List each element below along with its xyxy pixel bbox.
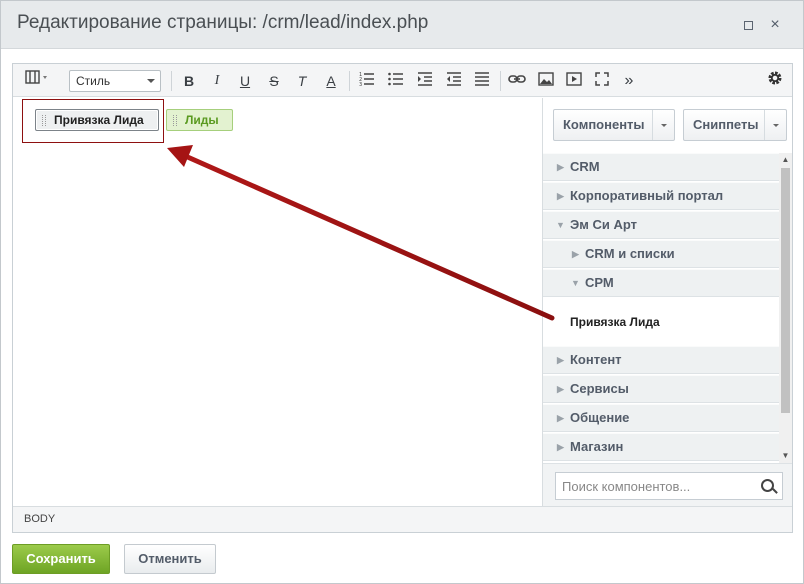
editor-statusbar: BODY (13, 506, 792, 532)
ordered-list-icon[interactable]: 123 (357, 70, 377, 92)
settings-gear-icon[interactable] (765, 70, 785, 92)
caret-right-icon: ▶ (557, 413, 564, 423)
caret-right-icon: ▶ (557, 191, 564, 201)
save-button[interactable]: Сохранить (12, 544, 110, 574)
tree-scrollbar[interactable]: ▲ ▼ (779, 153, 792, 463)
tree-item-label: Магазин (570, 439, 624, 454)
dom-path[interactable]: BODY (24, 513, 55, 525)
underline-icon[interactable]: U (235, 70, 255, 92)
components-tree: ▶ CRM ▶ Корпоративный портал ▼ Эм Си Арт… (543, 153, 779, 463)
caret-down-icon: ▼ (571, 278, 580, 288)
outdent-icon[interactable] (444, 70, 464, 92)
annotation-highlight-box (22, 99, 164, 143)
tree-item-content[interactable]: ▶ Контент (543, 346, 779, 374)
editor-canvas[interactable]: Привязка Лида Лиды (13, 98, 543, 506)
caret-right-icon: ▶ (557, 442, 564, 452)
chevron-down-icon[interactable] (652, 110, 674, 140)
toolbar-divider (500, 71, 501, 91)
chevron-down-icon[interactable] (764, 110, 786, 140)
snippets-button-label: Сниппеты (693, 117, 759, 132)
caret-right-icon: ▶ (572, 249, 579, 259)
fullscreen-icon[interactable] (592, 70, 612, 92)
tree-item-label: Сервисы (570, 381, 629, 396)
align-icon[interactable] (472, 70, 492, 92)
remove-format-icon[interactable]: T (292, 70, 312, 92)
maximize-icon[interactable] (741, 18, 755, 32)
bold-icon[interactable]: B (179, 70, 199, 92)
tree-leaf-lead-binding[interactable]: Привязка Лида (543, 298, 779, 346)
italic-icon[interactable]: I (207, 70, 227, 92)
tree-item-corporate-portal[interactable]: ▶ Корпоративный портал (543, 182, 779, 210)
tree-leaf-label: Привязка Лида (570, 315, 660, 329)
editor-toolbar: Стиль B I U S T A 123 » (13, 64, 792, 97)
strikethrough-icon[interactable]: S (264, 70, 284, 92)
search-icon[interactable] (754, 472, 783, 500)
dialog-titlebar: Редактирование страницы: /crm/lead/index… (1, 1, 803, 49)
svg-text:3: 3 (359, 82, 362, 86)
chevron-down-icon (147, 79, 155, 83)
scroll-down-icon[interactable]: ▼ (779, 449, 792, 463)
link-icon[interactable] (507, 70, 527, 92)
caret-right-icon: ▶ (557, 162, 564, 172)
more-tools-icon[interactable]: » (619, 70, 639, 92)
components-button-label: Компоненты (563, 117, 645, 132)
tree-item-label: CRM и списки (585, 246, 675, 261)
drag-handle-icon[interactable] (173, 115, 177, 126)
toolbar-divider (171, 71, 172, 91)
video-icon[interactable] (564, 70, 584, 92)
components-sidebar: Компоненты Сниппеты ▶ CRM ▶ Корпоративны… (542, 98, 792, 506)
indent-icon[interactable] (415, 70, 435, 92)
tree-item-srm[interactable]: ▼ СРМ (543, 269, 779, 297)
tree-item-label: Эм Си Арт (570, 217, 637, 232)
tree-item-label: CRM (570, 159, 600, 174)
toolbar-divider (349, 71, 350, 91)
tree-item-label: Корпоративный портал (570, 188, 724, 203)
tree-item-label: Контент (570, 352, 622, 367)
font-color-icon[interactable]: A (321, 70, 341, 92)
edit-page-dialog: Редактирование страницы: /crm/lead/index… (0, 0, 804, 584)
style-select[interactable]: Стиль (69, 70, 161, 92)
component-search-input[interactable] (555, 472, 755, 500)
component-search-area (543, 463, 792, 506)
image-icon[interactable] (536, 70, 556, 92)
dialog-title: Редактирование страницы: /crm/lead/index… (17, 12, 429, 33)
caret-right-icon: ▶ (557, 355, 564, 365)
scrollbar-thumb[interactable] (781, 168, 790, 413)
tree-item-crm-and-lists[interactable]: ▶ CRM и списки (543, 240, 779, 268)
components-button[interactable]: Компоненты (553, 109, 675, 141)
caret-down-icon: ▼ (556, 220, 565, 230)
tree-item-em-si-art[interactable]: ▼ Эм Си Арт (543, 211, 779, 239)
bullet-list-icon[interactable] (386, 70, 406, 92)
tree-item-communication[interactable]: ▶ Общение (543, 404, 779, 432)
close-icon[interactable]: × (768, 17, 782, 33)
style-select-value: Стиль (76, 74, 111, 88)
scroll-up-icon[interactable]: ▲ (779, 153, 792, 167)
tree-item-crm[interactable]: ▶ CRM (543, 153, 779, 181)
tree-item-label: СРМ (585, 275, 614, 290)
tree-item-store[interactable]: ▶ Магазин (543, 433, 779, 461)
component-chip-label: Лиды (185, 113, 219, 127)
caret-right-icon: ▶ (557, 384, 564, 394)
html-editor: Стиль B I U S T A 123 » Привязка Лида Ли… (12, 63, 793, 533)
snippets-button[interactable]: Сниппеты (683, 109, 787, 141)
cancel-button[interactable]: Отменить (124, 544, 216, 574)
tree-item-services[interactable]: ▶ Сервисы (543, 375, 779, 403)
tree-item-label: Общение (570, 410, 630, 425)
view-mode-icon[interactable] (21, 70, 53, 92)
component-chip-leads[interactable]: Лиды (166, 109, 233, 131)
